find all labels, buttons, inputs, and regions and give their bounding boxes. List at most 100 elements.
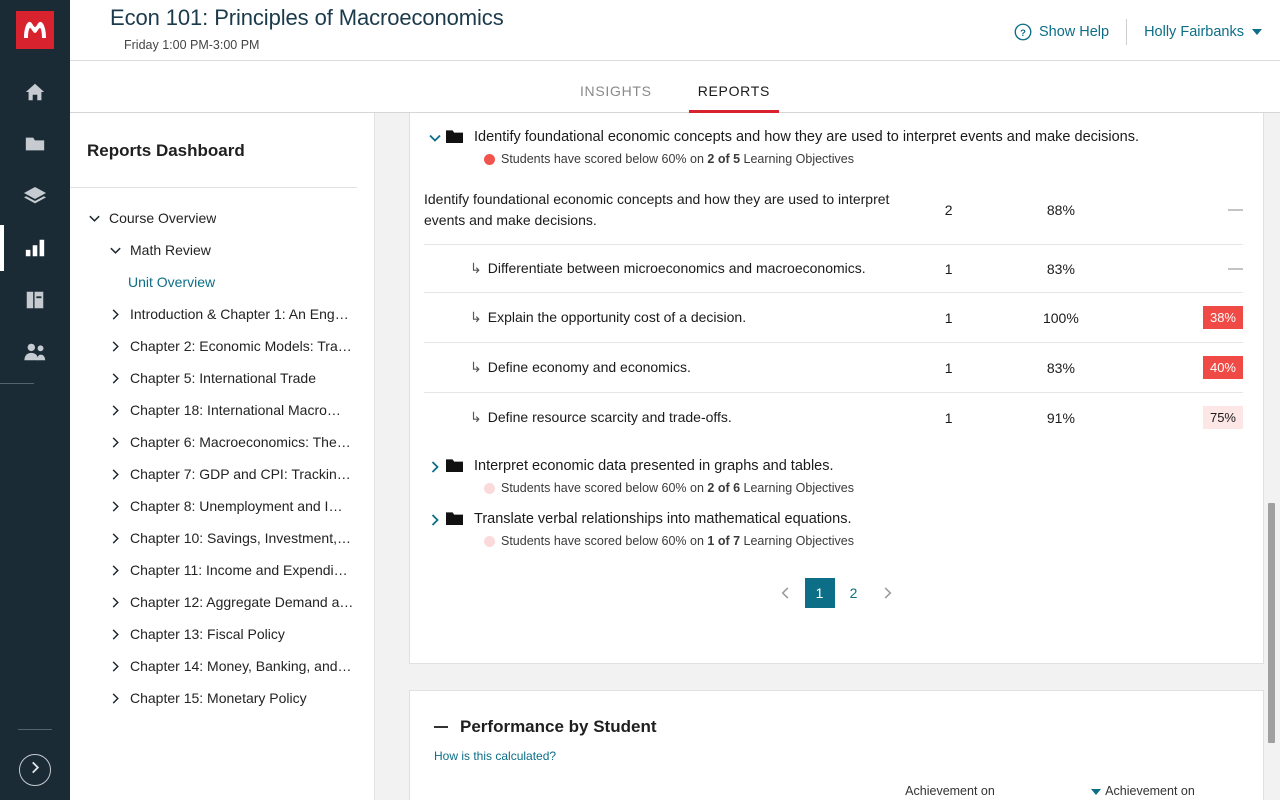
question-circle-icon: ? <box>1014 23 1032 41</box>
chevron-right-icon[interactable] <box>107 372 123 385</box>
objective-name-label: Define economy and economics. <box>487 359 691 375</box>
sub-objective-arrow-icon: ↳ <box>470 409 482 425</box>
tree-item-14[interactable]: Chapter 14: Money, Banking, and… <box>70 650 374 682</box>
table-row[interactable]: ↳ Explain the opportunity cost of a decis… <box>424 292 1243 343</box>
collapse-minus-icon <box>434 726 448 728</box>
show-help-label: Show Help <box>1038 24 1110 40</box>
chevron-right-icon[interactable] <box>107 660 123 673</box>
proficiency-achievement: 40% <box>1128 343 1243 393</box>
table-row[interactable]: ↳ Differentiate between microeconomics an… <box>424 244 1243 293</box>
table-row[interactable]: ↳ Define economy and economics. 1 83% 40% <box>424 342 1243 393</box>
show-help-button[interactable]: ? Show Help <box>1014 23 1109 41</box>
tree-item-10[interactable]: Chapter 10: Savings, Investment,… <box>70 522 374 554</box>
rail-item-reports[interactable] <box>0 225 70 271</box>
tree-item-label: Chapter 13: Fiscal Policy <box>130 626 285 642</box>
sub-objective-arrow-icon: ↳ <box>470 309 482 325</box>
column-header-assignments[interactable]: Assignments <box>705 783 855 800</box>
tree-item-15[interactable]: Chapter 15: Monetary Policy <box>70 682 374 714</box>
chevron-right-icon[interactable] <box>424 509 446 527</box>
assignments-count: 2 <box>944 202 953 218</box>
chevron-right-icon[interactable] <box>107 532 123 545</box>
tree-item-0[interactable]: Course Overview <box>70 202 374 234</box>
column-header-proficiency[interactable]: Achievement on Proficiency Assignments <box>1045 783 1241 800</box>
objective-group-header[interactable]: Identify foundational economic concepts … <box>424 127 1243 166</box>
performance-title: Performance by Student <box>460 717 657 736</box>
chevron-right-icon[interactable] <box>107 404 123 417</box>
table-row[interactable]: Identify foundational economic concepts … <box>424 176 1243 245</box>
chevron-right-icon[interactable] <box>107 436 123 449</box>
primary-tabs: INSIGHTS REPORTS <box>70 61 1280 113</box>
tree-item-11[interactable]: Chapter 11: Income and Expendi… <box>70 554 374 586</box>
tree-item-7[interactable]: Chapter 6: Macroeconomics: The… <box>70 426 374 458</box>
pagination-page-2[interactable]: 2 <box>839 578 869 608</box>
chevron-right-icon[interactable] <box>424 456 446 474</box>
tree-item-13[interactable]: Chapter 13: Fiscal Policy <box>70 618 374 650</box>
completion-achievement: 100% <box>1042 309 1079 326</box>
performance-header[interactable]: Performance by Student <box>410 691 1263 737</box>
top-bar-divider <box>1126 19 1128 45</box>
tree-item-3[interactable]: Introduction & Chapter 1: An Eng… <box>70 298 374 330</box>
column-header-completion[interactable]: Achievement on Completion Assignments <box>855 783 1045 800</box>
rail-item-gradebook[interactable] <box>0 279 70 321</box>
chevron-down-icon[interactable] <box>107 244 123 257</box>
rail-item-course-materials[interactable] <box>0 175 70 217</box>
status-text: Students have scored below 60% on 1 of 7… <box>501 534 854 548</box>
chevron-right-icon[interactable] <box>107 468 123 481</box>
main-region: Econ 101: Principles of Macroeconomics F… <box>70 0 1280 800</box>
content-scrollbar[interactable] <box>1267 113 1276 800</box>
status-badge: 75% <box>1202 406 1243 429</box>
pagination-next[interactable] <box>873 578 903 608</box>
tree-item-label: Math Review <box>130 242 211 258</box>
expand-nav-button[interactable] <box>19 754 51 786</box>
objective-group-status: Students have scored below 60% on 2 of 6… <box>474 481 854 495</box>
proficiency-achievement: — <box>1128 176 1243 245</box>
objective-name-label: Define resource scarcity and trade-offs. <box>487 409 732 425</box>
completion-achievement: 91% <box>1046 409 1075 426</box>
tree-item-8[interactable]: Chapter 7: GDP and CPI: Trackin… <box>70 458 374 490</box>
tab-insights[interactable]: INSIGHTS <box>571 83 661 112</box>
tab-reports[interactable]: REPORTS <box>688 83 780 113</box>
tree-item-4[interactable]: Chapter 2: Economic Models: Tra… <box>70 330 374 362</box>
pagination-page-1[interactable]: 1 <box>804 578 835 608</box>
folder-icon <box>446 456 468 478</box>
objective-group-title: Identify foundational economic concepts … <box>474 129 1139 145</box>
chevron-right-icon[interactable] <box>107 500 123 513</box>
tree-item-5[interactable]: Chapter 5: International Trade <box>70 362 374 394</box>
status-text: Students have scored below 60% on 2 of 6… <box>501 481 854 495</box>
app-root: Econ 101: Principles of Macroeconomics F… <box>0 0 1280 800</box>
tree-item-12[interactable]: Chapter 12: Aggregate Demand a… <box>70 586 374 618</box>
tree-item-label: Chapter 2: Economic Models: Tra… <box>130 338 352 354</box>
table-row[interactable]: ↳ Define resource scarcity and trade-offs… <box>424 392 1243 443</box>
chevron-right-icon[interactable] <box>107 596 123 609</box>
completion-achievement: 88% <box>1046 202 1075 218</box>
chevron-right-icon[interactable] <box>107 308 123 321</box>
tree-item-6[interactable]: Chapter 18: International Macro… <box>70 394 374 426</box>
tree-item-1[interactable]: Math Review <box>70 234 374 266</box>
tree-item-label: Introduction & Chapter 1: An Eng… <box>130 306 349 322</box>
tree-item-label: Chapter 7: GDP and CPI: Trackin… <box>130 466 351 482</box>
rail-item-folder[interactable] <box>0 123 70 165</box>
status-text: Students have scored below 60% on 2 of 5… <box>501 152 854 166</box>
completion-achievement: 83% <box>1046 260 1075 277</box>
chevron-right-icon[interactable] <box>107 340 123 353</box>
user-menu-button[interactable]: Holly Fairbanks <box>1144 24 1262 40</box>
how-is-this-calculated-link[interactable]: How is this calculated? <box>410 737 1263 763</box>
tree-item-9[interactable]: Chapter 8: Unemployment and I… <box>70 490 374 522</box>
chevron-right-icon[interactable] <box>107 628 123 641</box>
chevron-down-icon[interactable] <box>86 212 102 225</box>
objective-group-header[interactable]: Interpret economic data presented in gra… <box>424 456 1243 495</box>
rail-item-students[interactable] <box>0 331 70 373</box>
top-bar: Econ 101: Principles of Macroeconomics F… <box>70 0 1280 61</box>
objective-group-header[interactable]: Translate verbal relationships into math… <box>424 509 1243 548</box>
rail-item-home[interactable] <box>0 71 70 113</box>
objective-group-status: Students have scored below 60% on 2 of 5… <box>474 152 1139 166</box>
macmillan-logo-icon[interactable] <box>16 11 54 49</box>
content-scrollbar-thumb[interactable] <box>1268 503 1275 743</box>
reports-nav-panel: Reports Dashboard Course Overview Math Re… <box>70 113 375 800</box>
pagination-prev[interactable] <box>771 578 801 608</box>
chevron-right-icon[interactable] <box>107 564 123 577</box>
tree-item-2[interactable]: Unit Overview <box>70 266 374 298</box>
chevron-down-icon[interactable] <box>424 127 446 145</box>
objective-group-title: Translate verbal relationships into math… <box>474 511 852 527</box>
chevron-right-icon[interactable] <box>107 692 123 705</box>
